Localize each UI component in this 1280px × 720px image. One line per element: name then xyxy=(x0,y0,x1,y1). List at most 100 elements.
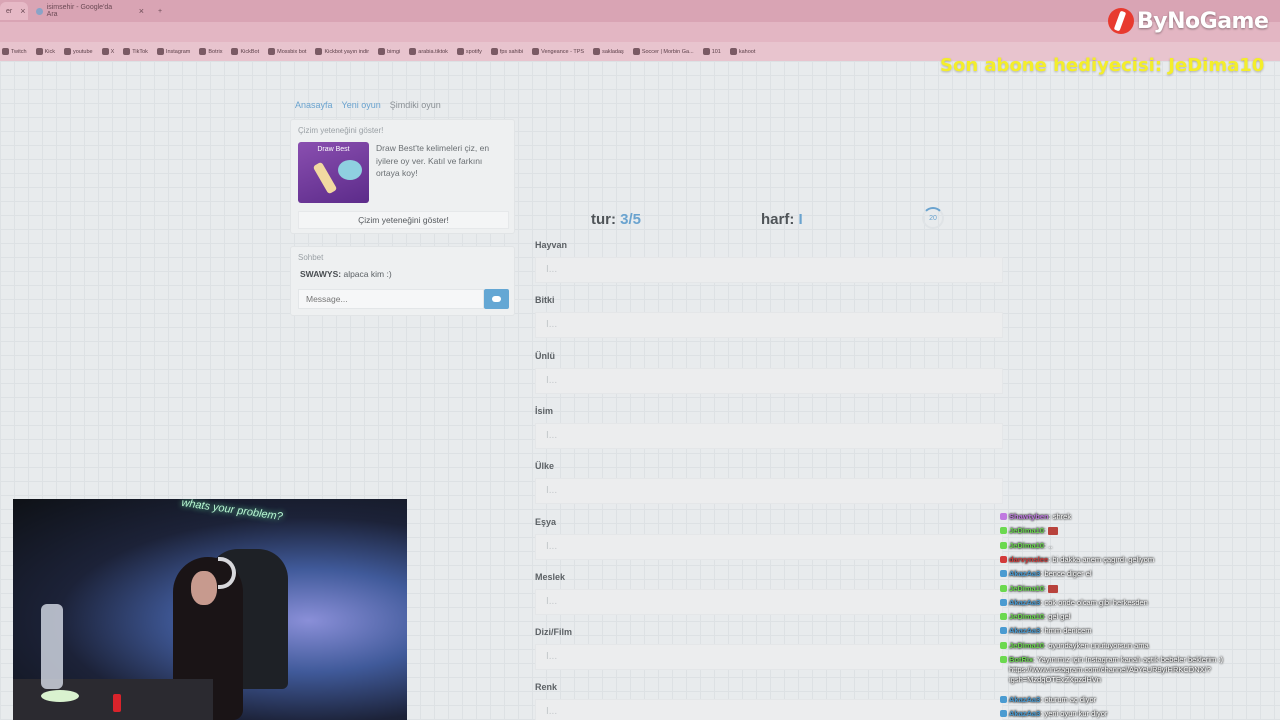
bookmark-favicon-icon xyxy=(593,48,601,55)
draw-best-image[interactable]: Draw Best xyxy=(298,142,369,203)
stream-chat-message: AkazAa3: oturum aç diyor xyxy=(1000,695,1280,704)
nav-home-link[interactable]: Anasayfa xyxy=(295,100,333,110)
stream-chat-username[interactable]: JeDima10 xyxy=(1009,641,1044,650)
stream-chat-text: : bi dakka anem çagırdı geliyom xyxy=(1048,554,1155,564)
stream-chat-username[interactable]: AkazAa3 xyxy=(1009,695,1040,704)
stream-chat-message: AkazAa3: hmm denicem xyxy=(1000,626,1280,635)
bookmark-favicon-icon xyxy=(409,48,417,55)
category-input[interactable]: I... xyxy=(535,588,1003,615)
bookmark-favicon-icon xyxy=(199,48,207,55)
bookmark-item[interactable]: Instagram xyxy=(156,48,190,55)
bookmark-item[interactable]: Botrix xyxy=(199,48,222,55)
chat-badge-icon xyxy=(1000,598,1007,606)
close-tab-icon[interactable]: × xyxy=(139,6,144,16)
nav-current-game: Şimdiki oyun xyxy=(389,100,441,110)
nav-new-game-link[interactable]: Yeni oyun xyxy=(342,100,381,110)
stream-chat-message: AkazAa3: bence diger el xyxy=(1000,569,1280,578)
category-label: Dizi/Film xyxy=(535,627,573,638)
category-input[interactable]: I... xyxy=(535,367,1003,394)
stream-chat-text: : .. xyxy=(1044,540,1053,550)
chat-badge-icon xyxy=(1000,696,1007,703)
bookmark-item[interactable]: X xyxy=(101,48,114,55)
bookmark-favicon-icon xyxy=(456,48,464,55)
stream-chat-username[interactable]: BotRix xyxy=(1009,655,1033,664)
category-row: İsim I... xyxy=(535,406,1005,461)
category-row: Dizi/Film I... xyxy=(535,627,1005,682)
bookmark-item[interactable]: Mossbix bot xyxy=(268,48,306,55)
new-tab-button[interactable]: + xyxy=(152,2,168,20)
browser-tab-bar: er × isimsehir - Google'da Ara × + xyxy=(0,0,1280,22)
bookmark-item[interactable]: fps sahibi xyxy=(490,48,523,55)
stream-chat-username[interactable]: darvynslee xyxy=(1009,555,1048,564)
bookmark-item[interactable]: Kickbot yayın indir xyxy=(315,48,369,55)
emote-icon xyxy=(1048,527,1059,536)
round-indicator: tur: 3/5 xyxy=(591,211,642,228)
show-drawing-skill-button[interactable]: Çizim yeteneğini göster! xyxy=(298,211,509,229)
breadcrumb: Anasayfa Yeni oyun Şimdiki oyun xyxy=(295,100,441,110)
category-input[interactable]: I... xyxy=(535,257,1003,283)
stream-chat-text: : bence diger el xyxy=(1040,569,1092,579)
stream-chat-text: : cok onde olcam gibi herkesden xyxy=(1040,597,1148,607)
stream-chat-username[interactable]: AkazAa3 xyxy=(1009,626,1040,635)
chat-badge-icon xyxy=(1000,513,1007,520)
category-row: Eşya I... xyxy=(535,517,1005,572)
chat-badge-icon xyxy=(1000,584,1007,592)
bookmark-item[interactable]: Soccer | Morbin Ga... xyxy=(632,48,694,55)
countdown-timer: 20 xyxy=(922,207,944,229)
stream-chat-username[interactable]: JeDima10 xyxy=(1009,526,1044,535)
chat-badge-icon xyxy=(1000,710,1007,718)
stream-chat-text: : xyxy=(1044,526,1047,536)
bookmark-favicon-icon xyxy=(702,48,710,55)
bookmark-item[interactable]: spotify xyxy=(456,48,482,55)
category-input[interactable]: I... xyxy=(535,478,1003,505)
category-input[interactable]: I... xyxy=(535,699,1003,720)
bookmark-item[interactable]: youtube xyxy=(63,48,93,55)
stream-chat-username[interactable]: JeDima10 xyxy=(1009,541,1044,550)
address-bar[interactable] xyxy=(0,22,1280,42)
category-input[interactable]: I... xyxy=(535,533,1003,560)
round-value: 3/5 xyxy=(620,211,642,228)
category-input[interactable]: I... xyxy=(535,422,1003,449)
stream-chat-username[interactable]: AkazAa3 xyxy=(1009,569,1040,578)
webcam-feed: whats your problem? xyxy=(13,499,407,720)
stream-chat-username[interactable]: AkazAa3 xyxy=(1009,598,1040,607)
bookmark-item[interactable]: Vengeance - TPS xyxy=(532,48,584,55)
close-tab-icon[interactable]: × xyxy=(20,6,25,16)
stream-chat-username[interactable]: JeDima10 xyxy=(1009,584,1044,593)
brush-icon xyxy=(312,161,338,195)
category-input[interactable]: I... xyxy=(535,312,1003,339)
google-favicon-icon xyxy=(36,7,43,15)
bookmark-item[interactable]: sakladaş xyxy=(593,48,624,55)
bookmark-item[interactable]: KickBot xyxy=(231,48,259,55)
bookmark-favicon-icon xyxy=(315,48,323,55)
letter-value: I xyxy=(798,211,803,228)
bookmark-favicon-icon xyxy=(63,48,71,55)
bookmark-favicon-icon xyxy=(101,48,109,55)
bookmark-favicon-icon xyxy=(2,48,9,55)
chat-badge-icon xyxy=(1000,627,1007,635)
chat-badge-icon xyxy=(1000,656,1007,663)
browser-tab[interactable]: er × xyxy=(0,2,28,20)
stream-chat-username[interactable]: AkazAa3 xyxy=(1009,709,1040,718)
bookmark-item[interactable]: Twitch xyxy=(2,48,27,55)
bookmark-item[interactable]: bimgi xyxy=(378,48,400,55)
stream-chat-text: : shrek xyxy=(1048,512,1072,521)
water-bottle xyxy=(41,604,63,689)
category-input[interactable]: I... xyxy=(535,644,1003,671)
stream-chat-username[interactable]: JeDima10 xyxy=(1009,612,1044,621)
bookmark-item[interactable]: kahoot xyxy=(729,48,755,55)
send-message-button[interactable] xyxy=(484,289,509,309)
browser-tab[interactable]: isimsehir - Google'da Ara × xyxy=(30,2,150,20)
chat-badge-icon xyxy=(1000,541,1007,549)
category-label: Meslek xyxy=(535,571,566,582)
bookmark-item[interactable]: 101 xyxy=(702,48,721,55)
bookmark-item[interactable]: TikTok xyxy=(123,48,148,55)
stream-chat-text: : oturum aç diyor xyxy=(1040,695,1097,704)
message-input[interactable] xyxy=(298,289,484,309)
stream-chat-username[interactable]: Shawtyben xyxy=(1009,512,1049,521)
bookmark-item[interactable]: arabia.tiktok xyxy=(409,48,448,55)
bookmark-item[interactable]: Kick xyxy=(35,48,55,55)
game-chat-card: Sohbet SWAWYS: alpaca kim :) xyxy=(290,246,515,316)
bookmark-favicon-icon xyxy=(35,48,43,55)
stream-chat-message: darvynslee: bi dakka anem çagırdı geliyo… xyxy=(1000,555,1280,564)
